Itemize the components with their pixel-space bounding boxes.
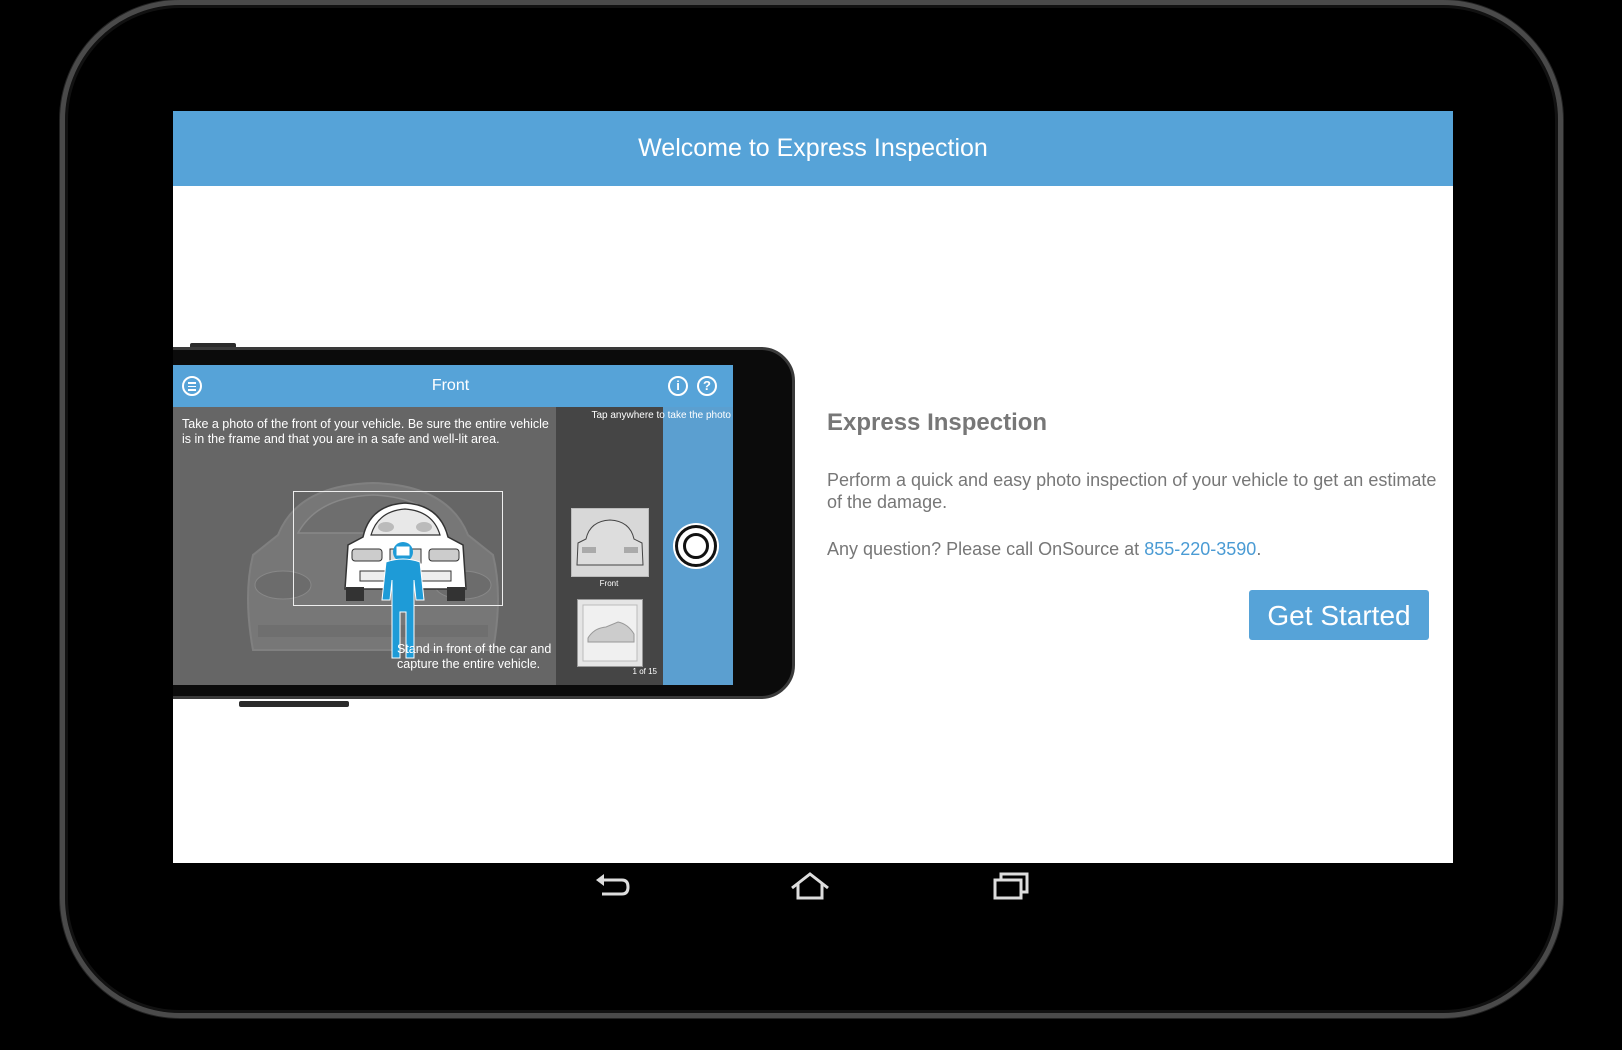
shutter-button-icon xyxy=(675,525,717,567)
content-title: Express Inspection xyxy=(827,409,1048,436)
content-description: Perform a quick and easy photo inspectio… xyxy=(827,470,1437,512)
get-started-button[interactable]: Get Started xyxy=(1249,590,1429,640)
back-icon[interactable] xyxy=(592,870,632,902)
app-bar-title: Welcome to Express Inspection xyxy=(638,134,988,162)
recents-icon[interactable] xyxy=(991,870,1031,902)
phone-bottom-button xyxy=(239,701,349,707)
app-screen: Welcome to Express Inspection Front i ? … xyxy=(173,111,1453,863)
home-icon[interactable] xyxy=(790,870,830,902)
info-icon: i xyxy=(668,376,688,396)
phone-illustration-screen: Front i ? Take a photo of the front of y… xyxy=(173,365,733,685)
photo-counter: 1 of 15 xyxy=(632,667,657,676)
tap-hint: Tap anywhere to take the photo xyxy=(591,410,731,421)
phone-instruction: Take a photo of the front of your vehicl… xyxy=(182,417,549,446)
contact-line: Any question? Please call OnSource at 85… xyxy=(827,539,1261,560)
phone-number-link[interactable]: 855-220-3590 xyxy=(1144,539,1256,559)
help-icon: ? xyxy=(697,376,717,396)
thumbnail-car-side-icon xyxy=(582,604,638,662)
phone-screen-title: Front xyxy=(431,377,470,394)
thumbnail-next xyxy=(577,599,643,667)
thumbnail-car-front-icon xyxy=(576,519,644,566)
thumbnail-front xyxy=(571,508,649,577)
phone-bottom-hint: Stand in front of the car and capture th… xyxy=(397,642,552,671)
contact-suffix: . xyxy=(1256,539,1262,559)
thumbnail-label: Front xyxy=(599,579,619,588)
app-bar: Welcome to Express Inspection xyxy=(173,111,1453,186)
phone-app-bar: Front i ? xyxy=(173,365,733,407)
contact-prefix: Any question? Please call OnSource at xyxy=(827,539,1145,559)
